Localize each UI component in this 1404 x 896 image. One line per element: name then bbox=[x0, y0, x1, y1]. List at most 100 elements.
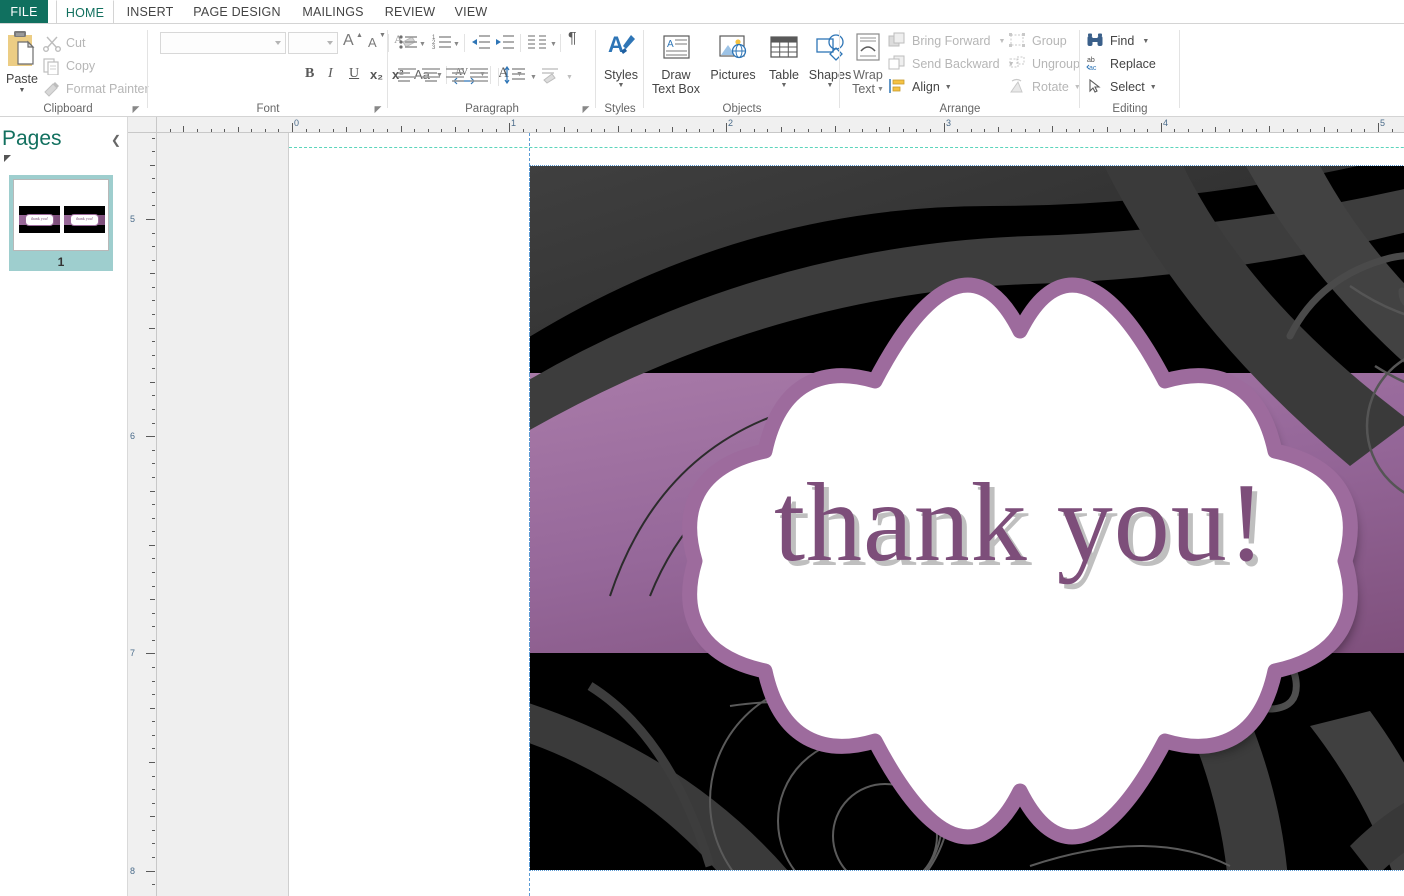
wrap-text-label-line2: Text bbox=[852, 82, 875, 96]
page-thumbnail-item[interactable]: thank you! thank you! 1 bbox=[9, 175, 113, 271]
ruler-tick bbox=[564, 127, 565, 132]
copy-label: Copy bbox=[66, 59, 96, 73]
ruler-tick bbox=[152, 423, 155, 424]
page-sheet[interactable]: thank you! bbox=[288, 133, 1404, 896]
shrink-font-label: A bbox=[368, 35, 377, 50]
tab-page-design[interactable]: PAGE DESIGN bbox=[182, 0, 292, 24]
chevron-down-icon[interactable]: ▼ bbox=[1142, 38, 1149, 45]
font-name-input[interactable] bbox=[160, 32, 286, 54]
align-left-button[interactable] bbox=[396, 66, 422, 88]
thank-you-card[interactable]: thank you! bbox=[529, 165, 1404, 871]
paste-chevron-down-icon[interactable]: ▼ bbox=[4, 87, 40, 94]
increase-indent-button[interactable] bbox=[494, 32, 516, 54]
italic-button[interactable]: I bbox=[328, 64, 348, 86]
horizontal-ruler[interactable]: 0 1 2 3 4 5 bbox=[157, 117, 1404, 133]
tab-insert[interactable]: INSERT bbox=[118, 0, 182, 24]
align-right-button[interactable] bbox=[444, 66, 470, 88]
ruler-tick bbox=[794, 129, 795, 132]
grow-font-button[interactable]: A ▲ bbox=[342, 31, 364, 53]
font-size-input[interactable] bbox=[288, 32, 338, 54]
wrap-text-button[interactable]: Wrap Text ▼ bbox=[846, 28, 890, 96]
chevron-down-icon[interactable]: ▼ bbox=[550, 41, 557, 48]
ruler-label: 8 bbox=[130, 866, 136, 876]
clipboard-dialog-launcher[interactable]: ◤ bbox=[130, 103, 142, 115]
bullets-button[interactable] bbox=[398, 32, 420, 54]
ruler-tick bbox=[152, 830, 155, 831]
styles-button[interactable]: A Styles ▼ bbox=[600, 28, 642, 89]
draw-text-box-button[interactable]: A Draw Text Box bbox=[648, 28, 704, 96]
align-center-button[interactable] bbox=[420, 66, 446, 88]
ruler-corner[interactable] bbox=[128, 117, 157, 133]
group-label-arrange: Arrange bbox=[939, 103, 981, 115]
table-icon bbox=[762, 28, 806, 68]
ruler-tick bbox=[152, 395, 155, 396]
chevron-down-icon[interactable]: ▼ bbox=[945, 84, 952, 91]
svg-text:A: A bbox=[608, 32, 624, 57]
cut-button[interactable]: Cut bbox=[42, 32, 85, 54]
find-button[interactable]: Find ▼ bbox=[1086, 30, 1176, 52]
card-greeting-text[interactable]: thank you! bbox=[530, 166, 1404, 870]
pictures-button[interactable]: Pictures bbox=[706, 28, 760, 82]
columns-button[interactable] bbox=[526, 32, 552, 54]
group-label-paragraph: Paragraph bbox=[465, 103, 519, 115]
baseline-button[interactable] bbox=[540, 66, 566, 88]
ribbon-group-paragraph: ▼ 123 ▼ ▼ ¶ ▼ ▼ Paragraph ◤ bbox=[388, 24, 596, 117]
numbering-button[interactable]: 123 bbox=[432, 32, 454, 54]
ruler-tick bbox=[152, 300, 155, 301]
svg-text:A: A bbox=[667, 39, 674, 50]
format-painter-button[interactable]: Format Painter bbox=[42, 78, 149, 100]
tab-view[interactable]: VIEW bbox=[446, 0, 496, 24]
paragraph-dialog-launcher[interactable]: ◤ bbox=[580, 103, 592, 115]
replace-label: Replace bbox=[1110, 57, 1156, 71]
ruler-tick bbox=[152, 776, 155, 777]
ruler-tick bbox=[152, 613, 155, 614]
underline-button[interactable]: U bbox=[349, 64, 369, 86]
ribbon-group-objects: A Draw Text Box Pictures Table ▼ Shapes … bbox=[644, 24, 851, 117]
select-button[interactable]: Select ▼ bbox=[1086, 76, 1176, 98]
thumbnail-card-badge: thank you! bbox=[25, 214, 54, 226]
ruler-tick bbox=[152, 314, 155, 315]
tab-mailings[interactable]: MAILINGS bbox=[292, 0, 374, 24]
paste-button[interactable]: Paste ▼ bbox=[4, 28, 40, 104]
justify-button[interactable] bbox=[468, 66, 494, 88]
align-button[interactable]: Align ▼ bbox=[888, 76, 1008, 98]
ruler-tick bbox=[152, 857, 155, 858]
group-objects-icon bbox=[1008, 32, 1028, 50]
line-spacing-icon bbox=[504, 65, 525, 85]
tab-home[interactable]: HOME bbox=[56, 0, 114, 24]
document-canvas[interactable]: thank you! bbox=[157, 133, 1404, 896]
decrease-indent-button[interactable] bbox=[470, 32, 492, 54]
justify-icon bbox=[470, 68, 488, 82]
chevron-down-icon[interactable] bbox=[275, 41, 281, 45]
replace-button[interactable]: ab ac Replace bbox=[1086, 53, 1181, 75]
chevron-down-icon[interactable]: ▼ bbox=[877, 86, 884, 93]
tab-review[interactable]: REVIEW bbox=[374, 0, 446, 24]
vertical-ruler[interactable]: 5 6 7 8 bbox=[128, 133, 157, 896]
copy-button[interactable]: Copy bbox=[42, 55, 95, 77]
caret-down-icon: ▼ bbox=[379, 32, 386, 39]
ruler-tick bbox=[150, 273, 155, 274]
collapse-pane-icon[interactable]: ❮ bbox=[111, 133, 121, 147]
chevron-down-icon[interactable]: ▼ bbox=[530, 74, 537, 81]
font-dialog-launcher[interactable]: ◤ bbox=[372, 103, 384, 115]
bold-button[interactable]: B bbox=[305, 64, 325, 86]
chevron-down-icon[interactable]: ▼ bbox=[566, 74, 573, 81]
chevron-down-icon[interactable]: ▼ bbox=[999, 38, 1006, 45]
chevron-down-icon[interactable]: ▼ bbox=[600, 82, 642, 89]
section-expander-icon[interactable] bbox=[4, 155, 11, 162]
chevron-down-icon[interactable]: ▼ bbox=[762, 82, 806, 89]
chevron-down-icon[interactable] bbox=[327, 41, 333, 45]
tab-file[interactable]: FILE bbox=[0, 0, 48, 24]
table-button[interactable]: Table ▼ bbox=[762, 28, 806, 89]
chevron-down-icon[interactable]: ▼ bbox=[453, 41, 460, 48]
chevron-down-icon[interactable]: ▼ bbox=[1150, 84, 1157, 91]
send-backward-button[interactable]: Send Backward ▼ bbox=[888, 53, 1028, 75]
bring-forward-button[interactable]: Bring Forward ▼ bbox=[888, 30, 1028, 52]
ruler-tick bbox=[152, 287, 155, 288]
ruler-tick bbox=[1188, 129, 1189, 132]
shrink-font-button[interactable]: A ▼ bbox=[366, 31, 388, 53]
show-formatting-marks-button[interactable]: ¶ bbox=[568, 30, 590, 52]
ruler-tick bbox=[152, 504, 155, 505]
line-spacing-button[interactable] bbox=[504, 65, 530, 88]
chevron-down-icon[interactable]: ▼ bbox=[419, 41, 426, 48]
